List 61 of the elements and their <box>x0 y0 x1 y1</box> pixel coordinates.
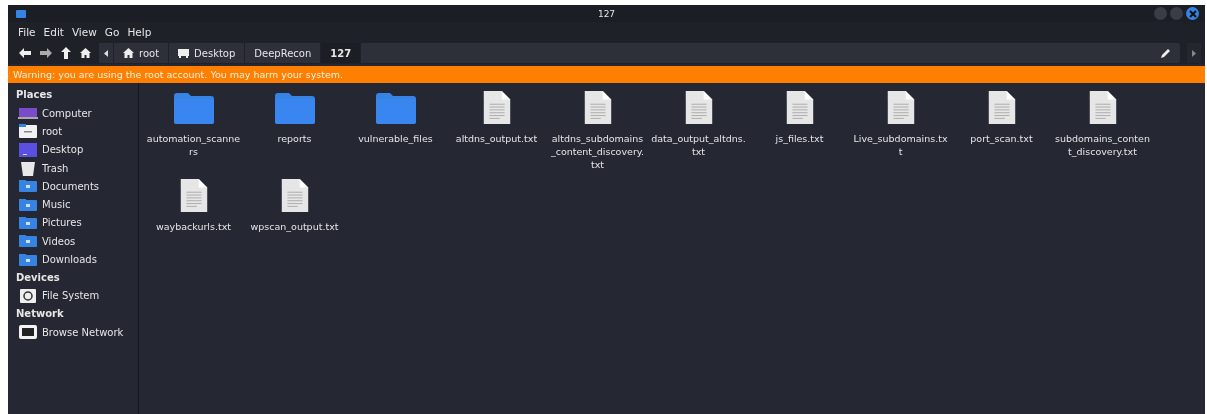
document-icon <box>1087 91 1118 125</box>
directory-entry[interactable]: automation_scanners <box>143 91 244 171</box>
directory-entry[interactable]: data_output_altdns.txt <box>648 91 749 171</box>
sidebar-item[interactable]: root <box>16 122 138 141</box>
up-icon[interactable] <box>60 46 72 60</box>
home-icon <box>123 48 134 58</box>
window-title: 127 <box>597 8 616 19</box>
directory-entry[interactable]: altdns_output.txt <box>446 91 547 171</box>
document-icon <box>178 179 209 213</box>
directory-entry[interactable]: port_scan.txt <box>951 91 1052 171</box>
document-icon <box>582 91 613 125</box>
section-heading: Devices <box>16 270 61 285</box>
sidebar-item[interactable]: Downloads <box>16 250 138 269</box>
trash-icon <box>18 160 38 177</box>
sidebar-item[interactable]: Computer <box>16 104 138 123</box>
desktop-icon <box>178 48 190 58</box>
caret-icon <box>104 49 108 57</box>
sidebar-item[interactable]: Documents <box>16 177 138 196</box>
warning-bar: Warning: you are using the root account. You may harm your system. <box>8 66 1205 83</box>
menu-item[interactable]: Help <box>123 26 156 38</box>
desktop-icon <box>18 141 38 158</box>
document-icon <box>279 179 310 213</box>
scroll-left-button[interactable] <box>99 43 114 63</box>
directory-entry[interactable]: reports <box>244 91 345 171</box>
sidebar-item[interactable]: Videos <box>16 232 138 251</box>
document-icon <box>784 91 815 125</box>
edit-icon[interactable] <box>1160 47 1172 59</box>
document-icon <box>481 91 512 125</box>
document-icon <box>683 91 714 125</box>
forward-icon[interactable] <box>39 47 53 59</box>
menu-item[interactable]: File <box>14 26 40 38</box>
home-icon[interactable] <box>79 47 92 59</box>
laptop-icon <box>18 105 38 122</box>
network-icon <box>18 324 38 341</box>
directory-entry[interactable]: vulnerable_files <box>345 91 446 171</box>
sidebar-item[interactable]: Desktop <box>16 140 138 159</box>
directory-entry[interactable]: subdomains_content_discovery.txt <box>1052 91 1153 171</box>
directory-entry[interactable]: js_files.txt <box>749 91 850 171</box>
directory-entry[interactable]: waybackurls.txt <box>143 179 244 233</box>
document-icon <box>986 91 1017 125</box>
sidebar-item[interactable]: Music <box>16 195 138 214</box>
sidebar-item[interactable]: File System <box>16 286 138 305</box>
close-button[interactable] <box>1186 7 1199 20</box>
document-icon <box>885 91 916 125</box>
sidebar-item[interactable]: Browse Network <box>16 322 138 342</box>
directory-entry[interactable]: altdns_subdomains_content_discovery.txt <box>547 91 648 171</box>
caret-icon <box>1192 49 1196 57</box>
back-icon[interactable] <box>18 47 32 59</box>
directory-entry[interactable]: wpscan_output.txt <box>244 179 345 233</box>
menu-item[interactable]: Edit <box>39 26 68 38</box>
sidebar-item[interactable]: Trash <box>16 158 138 178</box>
menu-item[interactable]: View <box>67 26 101 38</box>
drive-icon <box>18 287 38 304</box>
section-heading: Places <box>16 88 54 102</box>
menu-item[interactable]: Go <box>100 26 124 38</box>
home-folder-icon <box>18 123 38 140</box>
section-heading: Network <box>16 306 65 321</box>
scroll-right-button[interactable] <box>1187 43 1202 63</box>
breadcrumb-button[interactable]: 127 <box>321 43 362 63</box>
directory-entry[interactable]: Live_subdomains.txt <box>850 91 951 171</box>
sidebar-item[interactable]: Pictures <box>16 213 138 233</box>
